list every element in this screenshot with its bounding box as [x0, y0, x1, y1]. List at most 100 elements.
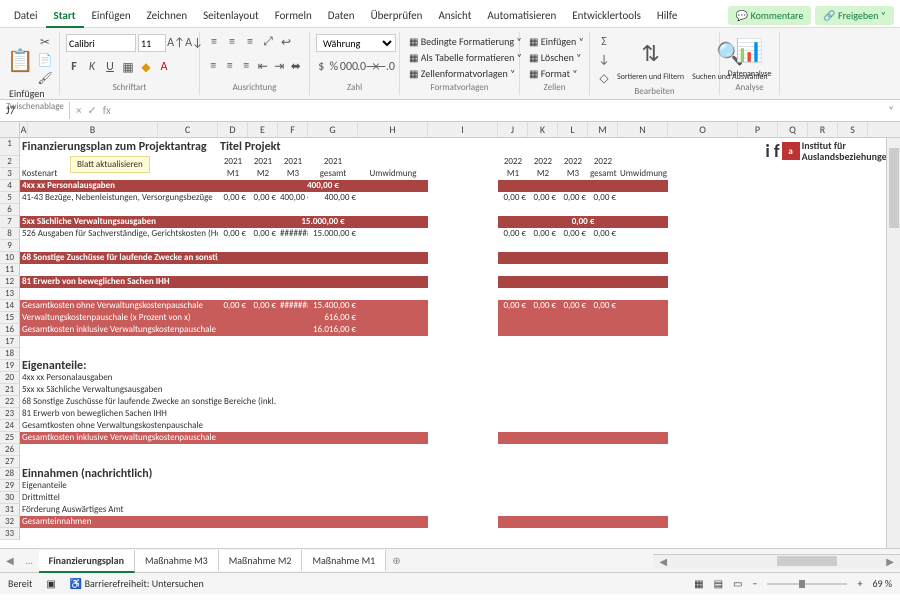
align-center-icon[interactable]: ≡ [223, 58, 238, 74]
row-header-13[interactable]: 13 [0, 288, 19, 300]
insert-cells[interactable]: ▦ Einfügen ˅ [526, 34, 583, 49]
cell-r32[interactable]: Gesamteinnahmen [20, 516, 218, 528]
new-sheet-button[interactable]: ⊕ [386, 554, 406, 567]
row-header-14[interactable]: 14 [0, 300, 19, 312]
delete-cells[interactable]: ▦ Löschen ˅ [526, 50, 583, 65]
cell-r5[interactable]: 400,00 € [308, 192, 358, 204]
col-header-N[interactable]: N [618, 122, 668, 137]
cell-r12[interactable]: 81 Erwerb von beweglichen Sachen IHH [20, 276, 218, 288]
expand-formula-bar-icon[interactable]: ˅ [882, 104, 900, 117]
cell-r1[interactable]: Finanzierungsplan zum Projektantrag [20, 138, 218, 156]
cell-r14[interactable]: 0,00 € [248, 300, 278, 312]
cell-r14[interactable]: Gesamtkosten ohne Verwaltungskostenpausc… [20, 300, 218, 312]
row-header-19[interactable]: 19 [0, 360, 19, 372]
cell-r2[interactable]: 2022 [588, 156, 618, 168]
cell-r3[interactable]: M2 [528, 168, 558, 180]
align-right-icon[interactable]: ≡ [239, 58, 254, 74]
col-header-R[interactable]: R [808, 122, 838, 137]
cell-r5[interactable]: 0,00 € [588, 192, 618, 204]
row-header-18[interactable]: 18 [0, 348, 19, 360]
cell-r15[interactable] [358, 312, 428, 324]
row-header-30[interactable]: 30 [0, 492, 19, 504]
cell-r3[interactable]: M2 [248, 168, 278, 180]
bold-button[interactable]: F [66, 59, 82, 75]
menu-formeln[interactable]: Formeln [267, 5, 320, 26]
row-header-15[interactable]: 15 [0, 312, 19, 324]
col-header-Q[interactable]: Q [778, 122, 808, 137]
cell-r16[interactable]: Gesamtkosten inklusive Verwaltungskosten… [20, 324, 218, 336]
fx-icon[interactable]: fx [103, 104, 111, 117]
cell-r10[interactable] [498, 252, 668, 264]
cell-r32[interactable] [358, 516, 428, 528]
percent-icon[interactable]: % [329, 59, 340, 75]
cell-r22[interactable]: 68 Sonstige Zuschüsse für laufende Zweck… [20, 396, 278, 408]
cell-r3[interactable]: Umwidmung [618, 168, 668, 180]
row-header-21[interactable]: 21 [0, 384, 19, 396]
col-header-F[interactable]: F [278, 122, 308, 137]
tab-nav-prev[interactable]: ◀ [0, 554, 20, 567]
row-header-31[interactable]: 31 [0, 504, 19, 516]
cell-r8[interactable]: 0,00 € [218, 228, 248, 240]
row-header-33[interactable]: 33 [0, 528, 19, 540]
cell-r3[interactable]: Kostenart [20, 168, 158, 180]
col-header-C[interactable]: C [158, 122, 218, 137]
cell-r23[interactable]: 81 Erwerb von beweglichen Sachen IHH [20, 408, 278, 420]
zoom-slider[interactable] [767, 583, 847, 585]
row-header-20[interactable]: 20 [0, 372, 19, 384]
worksheet[interactable]: ABCDEFGHIJKLMNOPQRS 12345678910111213141… [0, 122, 900, 548]
menu-hilfe[interactable]: Hilfe [649, 5, 685, 26]
clear-icon[interactable]: ◇ [596, 70, 612, 86]
format-cells[interactable]: ▦ Format ˅ [526, 66, 583, 81]
paste-icon[interactable]: 📋 [6, 44, 35, 76]
cell-r4[interactable] [498, 180, 668, 192]
format-painter-icon[interactable]: 🖌 [37, 70, 53, 86]
cell-r3[interactable]: M3 [278, 168, 308, 180]
cell-r2[interactable]: 2021 [278, 156, 308, 168]
copy-icon[interactable]: 📄 [37, 52, 53, 68]
comments-button[interactable]: 💬 Kommentare [728, 6, 811, 25]
row-header-5[interactable]: 5 [0, 192, 19, 204]
cell-r8[interactable]: 0,00 € [558, 228, 588, 240]
enter-formula-icon[interactable]: ✓ [87, 104, 96, 117]
cell-r8[interactable]: 0,00 € [528, 228, 558, 240]
cancel-formula-icon[interactable]: × [76, 104, 81, 117]
merge-icon[interactable]: ⬌ [289, 58, 304, 74]
cell-r5[interactable]: 0,00 € [528, 192, 558, 204]
row-header-32[interactable]: 32 [0, 516, 19, 528]
cell-r8[interactable]: 15.000,00 € [308, 228, 358, 240]
menu-automatisieren[interactable]: Automatisieren [479, 5, 564, 26]
row-header-7[interactable]: 7 [0, 216, 19, 228]
row-header-22[interactable]: 22 [0, 396, 19, 408]
font-color-icon[interactable]: A [156, 59, 172, 75]
cell-r5[interactable]: 41-43 Bezüge, Nebenleistungen, Versorgun… [20, 192, 218, 204]
name-box[interactable]: J7 [0, 102, 70, 119]
menu-einfügen[interactable]: Einfügen [84, 5, 139, 26]
cell-r25[interactable] [498, 432, 668, 444]
row-header-26[interactable]: 26 [0, 444, 19, 456]
row-header-1[interactable]: 1 [0, 138, 19, 156]
cell-r28[interactable]: Einnahmen (nachrichtlich) [20, 468, 218, 480]
menu-entwicklertools[interactable]: Entwicklertools [564, 5, 649, 26]
sheet-tab-Finanzierungsplan[interactable]: Finanzierungsplan [39, 550, 135, 573]
increase-decimal-icon[interactable]: .0→ [359, 59, 375, 75]
cell-r8[interactable]: 0,00 € [498, 228, 528, 240]
cut-icon[interactable]: ✂ [37, 34, 53, 50]
sort-filter-icon[interactable]: ⇅ [635, 37, 667, 69]
horizontal-scrollbar[interactable]: ◀▶ [653, 554, 900, 568]
row-header-2[interactable]: 2 [0, 156, 19, 168]
cell-r10[interactable]: 68 Sonstige Zuschüsse für laufende Zweck… [20, 252, 218, 264]
border-icon[interactable]: ▦ [120, 59, 136, 75]
menu-überprüfen[interactable]: Überprüfen [363, 5, 431, 26]
cell-r14[interactable]: 0,00 € [218, 300, 248, 312]
cell-r7[interactable]: 0,00 € [498, 216, 668, 228]
col-header-H[interactable]: H [358, 122, 428, 137]
cell-r21[interactable]: 5xx xx Sächliche Verwaltungsausgaben [20, 384, 278, 396]
decrease-decimal-icon[interactable]: ←.0 [377, 59, 393, 75]
align-left-icon[interactable]: ≡ [206, 58, 221, 74]
increase-font-icon[interactable]: A↑ [168, 35, 184, 51]
font-size-select[interactable] [138, 34, 166, 52]
cell-r2[interactable]: 2021 [248, 156, 278, 168]
cell-r31[interactable]: Förderung Auswärtiges Amt [20, 504, 278, 516]
row-header-6[interactable]: 6 [0, 204, 19, 216]
paste-label[interactable]: Einfügen [6, 86, 53, 101]
